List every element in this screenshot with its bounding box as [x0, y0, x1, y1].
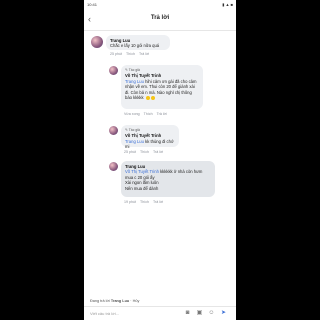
like-link[interactable]: Thích — [144, 112, 153, 116]
page-title: Trả lời — [150, 15, 170, 21]
comment-time: 19 phút — [124, 200, 136, 204]
comment-text-line2: Xài ngon lắm luôn — [125, 180, 159, 186]
camera-icon[interactable]: ◙ — [184, 310, 191, 317]
send-icon[interactable]: ➤ — [220, 310, 227, 317]
status-icons: ▮ ▲ ■ — [222, 2, 233, 7]
comment-bubble: Trang Luu Võ Thị Tuyết Trinh kkkkkk ở nh… — [121, 161, 215, 197]
replying-label: Đang trả lời — [90, 299, 110, 303]
gif-icon[interactable]: ▣ — [196, 310, 203, 317]
reply-link[interactable]: Trả lời — [157, 112, 167, 116]
mention-link[interactable]: Trang Luu — [125, 79, 144, 84]
reply-link[interactable]: Trả lời — [153, 150, 163, 154]
avatar[interactable] — [109, 126, 118, 135]
comment-time: 25 phút — [124, 150, 136, 154]
comment-bubble: ✎ Tác giả Võ Thị Tuyết Trinh Trang Luu h… — [121, 65, 203, 109]
comment-time: 25 phút — [110, 52, 122, 56]
like-link[interactable]: Thích — [126, 52, 135, 56]
emoji-icon[interactable]: ☺ — [208, 310, 215, 317]
mention-link[interactable]: Võ Thị Tuyết Trinh — [125, 169, 159, 174]
avatar[interactable] — [109, 162, 118, 171]
avatar[interactable] — [109, 66, 118, 75]
reply-input-bar: Viết câu trả lời... ◙ ▣ ☺ ➤ — [84, 306, 236, 320]
reply-link[interactable]: Trả lời — [153, 200, 163, 204]
avatar[interactable] — [91, 36, 103, 48]
cancel-reply-link[interactable]: · Hủy — [130, 299, 139, 303]
comment-meta: 25 phút Thích Trả lời — [124, 150, 167, 154]
comment-bubble: ✎ Tác giả Võ Thị Tuyết Trinh Trang Luu k… — [121, 125, 179, 149]
status-time: 10:41 — [87, 2, 98, 7]
phone-screen: 10:41 ▮ ▲ ■ ‹ Trả lời Trang Luu Chắc e l… — [84, 0, 236, 320]
like-link[interactable]: Thích — [140, 200, 149, 204]
replying-name: Trang Luu — [110, 299, 130, 303]
comment-text: Chắc e lấy 10 gói nữa quá — [110, 43, 160, 49]
comment-bubble: Trang Luu Chắc e lấy 10 gói nữa quá — [106, 35, 170, 50]
reply-input[interactable]: Viết câu trả lời... — [90, 310, 176, 318]
mention-link[interactable]: Trang Luu — [125, 139, 144, 144]
header: ‹ Trả lời — [84, 10, 236, 31]
laugh-emoji-icon — [150, 95, 155, 100]
comment-meta: Vừa xong Thích Trả lời — [124, 112, 171, 116]
comment-time: Vừa xong — [124, 112, 140, 116]
comment-text-line3: Nên mua để dành — [125, 185, 159, 191]
laugh-emoji-icon — [145, 95, 150, 100]
reply-link[interactable]: Trả lời — [139, 52, 149, 56]
comment-meta: 25 phút Thích Trả lời — [110, 52, 153, 56]
like-link[interactable]: Thích — [140, 150, 149, 154]
status-bar: 10:41 ▮ ▲ ■ — [84, 0, 236, 10]
comment-meta: 19 phút Thích Trả lời — [124, 200, 167, 204]
replying-to-bar: Đang trả lời Trang Luu · Hủy — [84, 298, 236, 306]
